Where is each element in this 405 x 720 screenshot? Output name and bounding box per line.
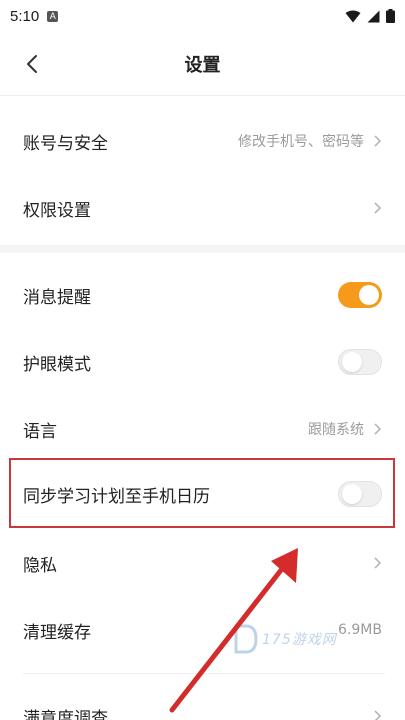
toggle-knob <box>359 285 379 305</box>
row-value: 跟随系统 <box>308 422 364 438</box>
section-divider <box>0 245 405 253</box>
status-time: 5:10 <box>10 7 40 25</box>
settings-row-calendar-sync: 同步学习计划至手机日历 <box>0 461 405 527</box>
back-button[interactable] <box>18 50 46 78</box>
row-label: 清理缓存 <box>23 622 91 643</box>
row-label: 账号与安全 <box>23 133 108 154</box>
eye-care-toggle[interactable] <box>338 349 382 375</box>
settings-row-privacy[interactable]: 隐私 <box>0 530 405 596</box>
row-label: 隐私 <box>23 555 57 576</box>
chevron-right-icon <box>374 202 382 214</box>
settings-row-account[interactable]: 账号与安全 修改手机号、密码等 <box>0 108 405 174</box>
toggle-knob <box>342 484 362 504</box>
notifications-toggle[interactable] <box>338 282 382 308</box>
header: 设置 <box>0 32 405 96</box>
watermark-logo-icon <box>234 624 258 654</box>
row-label: 消息提醒 <box>23 287 91 308</box>
calendar-sync-toggle[interactable] <box>338 481 382 507</box>
row-value: 6.9MB <box>338 622 382 638</box>
chevron-right-icon <box>374 423 382 435</box>
chevron-right-icon <box>374 135 382 147</box>
chevron-left-icon <box>27 55 37 73</box>
row-label: 护眼模式 <box>23 354 91 375</box>
battery-icon <box>386 9 395 23</box>
chevron-right-icon <box>374 710 382 720</box>
page-title: 设置 <box>184 54 221 76</box>
settings-row-eye-care: 护眼模式 <box>0 329 405 395</box>
row-value: 修改手机号、密码等 <box>238 134 364 150</box>
chevron-right-icon <box>374 557 382 569</box>
status-icons <box>345 9 395 23</box>
settings-row-cache[interactable]: 清理缓存 6.9MB <box>0 597 405 663</box>
watermark-text: 175游戏网 <box>262 632 337 648</box>
divider <box>23 673 385 674</box>
toggle-knob <box>342 352 362 372</box>
row-label: 同步学习计划至手机日历 <box>23 486 210 507</box>
row-label: 权限设置 <box>23 200 91 221</box>
settings-row-notifications: 消息提醒 <box>0 262 405 328</box>
notification-icon: A <box>47 10 59 22</box>
settings-row-permissions[interactable]: 权限设置 <box>0 175 405 241</box>
status-bar: 5:10 A <box>0 0 405 32</box>
settings-row-survey[interactable]: 满意度调查 <box>0 683 405 720</box>
wifi-icon <box>345 10 361 22</box>
watermark: 175游戏网 <box>232 622 337 656</box>
signal-icon <box>367 10 380 22</box>
row-label: 语言 <box>23 421 57 442</box>
row-label: 满意度调查 <box>23 708 108 720</box>
settings-row-language[interactable]: 语言 跟随系统 <box>0 396 405 462</box>
